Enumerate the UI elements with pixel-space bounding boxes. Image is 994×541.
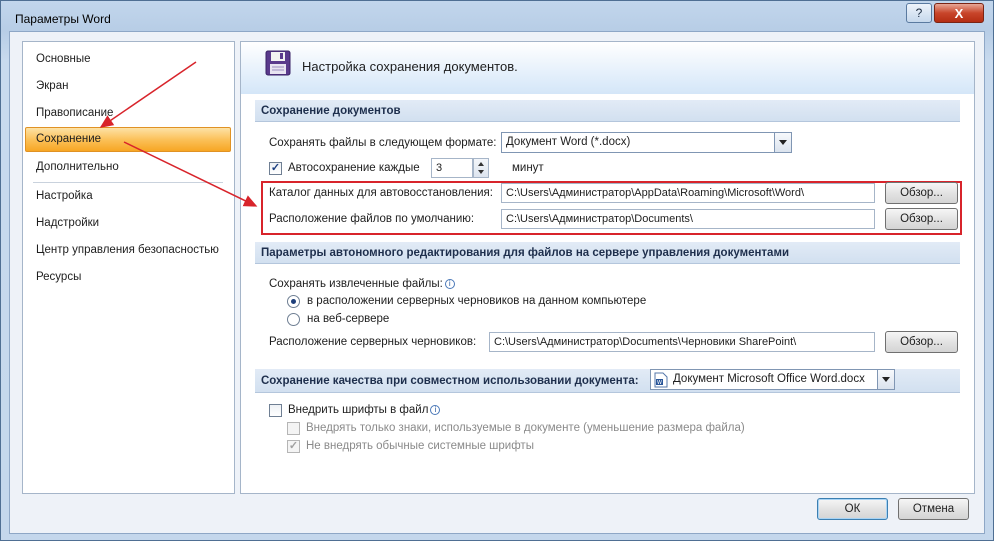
help-icon: ? (915, 6, 923, 20)
options-nav: Основные Экран Правописание Сохранение Д… (22, 41, 235, 494)
panel-title: Настройка сохранения документов. (302, 59, 518, 74)
drafts-location-label: Расположение серверных черновиков: (269, 336, 477, 348)
embed-fonts-checkbox[interactable] (269, 404, 282, 417)
nav-item-addins[interactable]: Надстройки (24, 211, 233, 236)
embed-fonts-row: Внедрить шрифты в файл i (288, 404, 441, 416)
nav-item-trust-center[interactable]: Центр управления безопасностью (24, 238, 233, 263)
option-web-label: на веб-сервере (307, 313, 390, 325)
nav-item-customize[interactable]: Настройка (24, 184, 233, 209)
fidelity-document-dropdown[interactable]: W Документ Microsoft Office Word.docx (650, 369, 895, 390)
option-local-label: в расположении серверных черновиков на д… (307, 295, 647, 307)
panel-header: Настройка сохранения документов. (241, 42, 974, 94)
help-button[interactable]: ? (906, 3, 932, 23)
no-system-fonts-label: Не внедрять обычные системные шрифты (306, 440, 534, 452)
nav-divider (33, 182, 223, 183)
autosave-minutes-value: 3 (436, 162, 443, 174)
word-document-icon: W (654, 372, 668, 388)
nav-item-general[interactable]: Основные (24, 47, 233, 72)
autosave-minutes-input[interactable]: 3 (431, 158, 473, 178)
nav-item-advanced[interactable]: Дополнительно (24, 155, 233, 180)
floppy-disk-icon (265, 50, 291, 76)
autosave-unit: минут (512, 162, 544, 174)
embed-used-chars-checkbox[interactable] (287, 422, 300, 435)
nav-item-display[interactable]: Экран (24, 74, 233, 99)
browse-default-location-button[interactable]: Обзор... (885, 208, 958, 230)
close-button[interactable]: X (934, 3, 984, 23)
autorecover-path: C:\Users\Администратор\AppData\Roaming\M… (506, 187, 805, 199)
fidelity-document-value: Документ Microsoft Office Word.docx (673, 373, 865, 385)
section-save-documents: Сохранение документов (255, 100, 960, 122)
word-options-window: Параметры Word ? X Основные Экран Правоп… (0, 0, 994, 541)
info-icon: i (430, 405, 441, 415)
chevron-down-icon[interactable] (877, 370, 894, 389)
no-system-fonts-checkbox[interactable]: ✓ (287, 440, 300, 453)
autorecover-path-input[interactable]: C:\Users\Администратор\AppData\Roaming\M… (501, 183, 875, 203)
embed-used-chars-label: Внедрять только знаки, используемые в до… (306, 422, 745, 434)
spin-down-icon[interactable] (478, 170, 484, 174)
browse-autorecover-button[interactable]: Обзор... (885, 182, 958, 204)
info-icon: i (444, 279, 455, 289)
drafts-location-path: C:\Users\Администратор\Documents\Чернови… (494, 336, 797, 348)
format-label: Сохранять файлы в следующем формате: (269, 137, 497, 149)
svg-text:W: W (657, 380, 662, 386)
nav-item-proofing[interactable]: Правописание (24, 101, 233, 126)
radio-web-server[interactable] (287, 313, 300, 326)
default-location-input[interactable]: C:\Users\Администратор\Documents\ (501, 209, 875, 229)
drafts-location-input[interactable]: C:\Users\Администратор\Documents\Чернови… (489, 332, 875, 352)
save-checked-out-label: Сохранять извлеченные файлы: i (269, 278, 455, 290)
spin-up-icon[interactable] (478, 162, 484, 166)
nav-item-save[interactable]: Сохранение (25, 127, 231, 152)
browse-drafts-button[interactable]: Обзор... (885, 331, 958, 353)
autosave-minutes-spinner[interactable] (473, 158, 489, 178)
window-title: Параметры Word (15, 12, 111, 26)
format-value: Документ Word (*.docx) (506, 136, 631, 148)
ok-button[interactable]: ОК (817, 498, 888, 520)
chevron-down-icon[interactable] (774, 133, 791, 152)
nav-item-resources[interactable]: Ресурсы (24, 265, 233, 290)
format-dropdown[interactable]: Документ Word (*.docx) (501, 132, 792, 153)
autorecover-label: Каталог данных для автовосстановления: (269, 187, 493, 199)
save-checked-out-text: Сохранять извлеченные файлы: (269, 278, 443, 290)
save-options-panel: Настройка сохранения документов. Сохране… (240, 41, 975, 494)
default-location-path: C:\Users\Администратор\Documents\ (506, 213, 693, 225)
dialog-client-area: Основные Экран Правописание Сохранение Д… (9, 31, 985, 534)
autosave-checkbox[interactable]: ✓ (269, 162, 282, 175)
embed-fonts-label: Внедрить шрифты в файл (288, 404, 429, 416)
default-location-label: Расположение файлов по умолчанию: (269, 213, 475, 225)
section-offline-editing: Параметры автономного редактирования для… (255, 242, 960, 264)
cancel-button[interactable]: Отмена (898, 498, 969, 520)
close-icon: X (954, 5, 964, 21)
autosave-label: Автосохранение каждые (288, 162, 420, 174)
radio-local-drafts[interactable] (287, 295, 300, 308)
